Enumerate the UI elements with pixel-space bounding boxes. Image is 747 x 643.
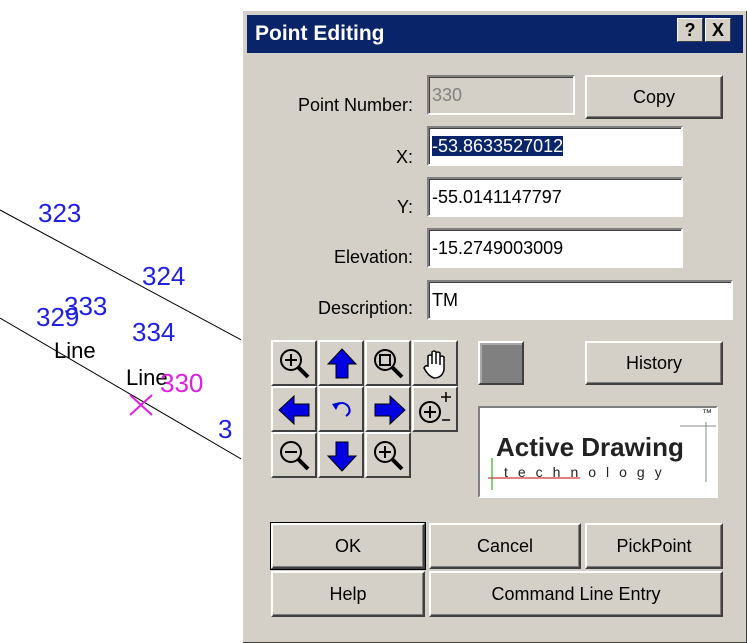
pan-down-icon[interactable] bbox=[318, 432, 364, 478]
zoom-extents-icon[interactable] bbox=[271, 340, 317, 386]
point-editing-dialog: Point Editing ? X Point Number: X: Y: El… bbox=[241, 9, 747, 643]
point-label: 323 bbox=[38, 198, 81, 228]
history-button[interactable]: History bbox=[585, 341, 723, 385]
dialog-titlebar[interactable]: Point Editing bbox=[247, 15, 743, 53]
ok-button[interactable]: OK bbox=[270, 522, 426, 570]
point-label: 3 bbox=[218, 414, 232, 444]
pickpoint-button[interactable]: PickPoint bbox=[585, 523, 723, 569]
pan-left-icon[interactable] bbox=[271, 386, 317, 432]
logo-trademark: ™ bbox=[702, 408, 712, 419]
description-field[interactable]: TM bbox=[427, 280, 733, 320]
command-line-entry-button[interactable]: Command Line Entry bbox=[429, 571, 723, 617]
x-field[interactable]: -53.8633527012 bbox=[427, 126, 683, 166]
x-value: -53.8633527012 bbox=[432, 136, 564, 156]
line-label: Line bbox=[54, 338, 96, 363]
undo-view-icon[interactable] bbox=[318, 386, 364, 432]
logo-title: Active Drawing bbox=[496, 432, 684, 462]
color-swatch[interactable] bbox=[478, 341, 524, 385]
zoom-realtime-icon[interactable] bbox=[412, 386, 458, 432]
point-label: 324 bbox=[142, 261, 185, 291]
pan-up-icon[interactable] bbox=[318, 340, 364, 386]
dialog-title: Point Editing bbox=[255, 22, 385, 45]
pan-right-icon[interactable] bbox=[365, 386, 411, 432]
point-number-field: 330 bbox=[427, 75, 575, 115]
pan-hand-icon[interactable] bbox=[412, 340, 458, 386]
zoom-out-icon[interactable] bbox=[271, 432, 317, 478]
y-label: Y: bbox=[396, 197, 413, 217]
elevation-label: Elevation: bbox=[333, 247, 413, 267]
boundary-line bbox=[0, 317, 260, 471]
elevation-field[interactable]: -15.2749003009 bbox=[427, 228, 683, 268]
cad-drawing-background: 323 324 333 329 334 Line Line 330 3 bbox=[0, 198, 260, 471]
help-button[interactable]: Help bbox=[271, 571, 425, 617]
close-button[interactable]: X bbox=[705, 18, 731, 42]
help-title-button[interactable]: ? bbox=[677, 18, 703, 42]
cancel-button[interactable]: Cancel bbox=[429, 523, 581, 569]
point-label: 334 bbox=[132, 317, 175, 347]
copy-button[interactable]: Copy bbox=[585, 75, 723, 119]
zoom-in-icon[interactable] bbox=[365, 432, 411, 478]
active-drawing-logo: Active Drawing technology ™ bbox=[478, 406, 718, 498]
selected-point-label: 330 bbox=[160, 368, 203, 398]
x-label: X: bbox=[395, 147, 413, 167]
zoom-window-icon[interactable] bbox=[365, 340, 411, 386]
description-label: Description: bbox=[317, 298, 413, 318]
y-field[interactable]: -55.0141147797 bbox=[427, 177, 683, 217]
logo-subtitle: technology bbox=[504, 464, 672, 480]
point-label: 329 bbox=[36, 302, 79, 332]
point-number-label: Point Number: bbox=[297, 95, 413, 115]
